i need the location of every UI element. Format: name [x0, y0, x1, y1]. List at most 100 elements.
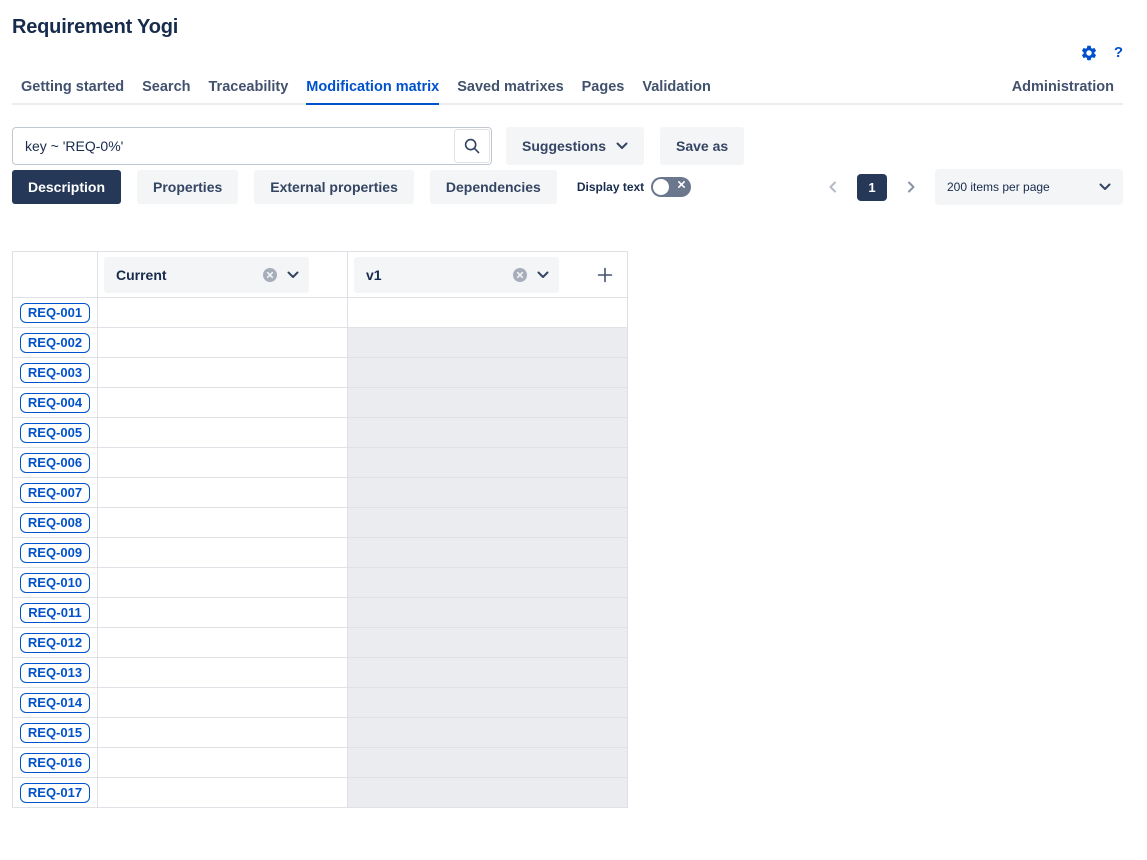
- chevron-down-icon: [1099, 183, 1111, 191]
- requirement-link[interactable]: REQ-004: [20, 393, 90, 413]
- column-selector-current[interactable]: Current: [104, 257, 309, 293]
- v1-cell: [348, 598, 628, 628]
- requirement-key-cell: REQ-013: [13, 658, 98, 688]
- requirement-link[interactable]: REQ-010: [20, 573, 90, 593]
- requirement-key-cell: REQ-007: [13, 478, 98, 508]
- tab-traceability[interactable]: Traceability: [209, 79, 289, 105]
- requirement-key-cell: REQ-014: [13, 688, 98, 718]
- matrix-row: REQ-017: [13, 778, 628, 808]
- suggestions-label: Suggestions: [522, 138, 606, 154]
- requirement-link[interactable]: REQ-011: [20, 603, 89, 623]
- display-text-control: Display text: [577, 177, 691, 197]
- help-icon[interactable]: ?: [1114, 44, 1123, 62]
- display-text-toggle[interactable]: [651, 177, 691, 197]
- requirement-link[interactable]: REQ-003: [20, 363, 90, 383]
- requirement-key-cell: REQ-001: [13, 298, 98, 328]
- filter-button-dependencies[interactable]: Dependencies: [430, 170, 557, 204]
- current-cell: [98, 358, 348, 388]
- tab-administration[interactable]: Administration: [1012, 79, 1114, 105]
- matrix-body: REQ-001 REQ-002 REQ-003 REQ-004 REQ-005 REQ-0…: [13, 298, 628, 808]
- v1-cell: [348, 658, 628, 688]
- tab-getting-started[interactable]: Getting started: [21, 79, 124, 105]
- tab-validation[interactable]: Validation: [642, 79, 711, 105]
- v1-cell: [348, 718, 628, 748]
- requirement-link[interactable]: REQ-009: [20, 543, 90, 563]
- matrix-row: REQ-016: [13, 748, 628, 778]
- current-page-badge[interactable]: 1: [857, 174, 887, 201]
- header-icon-bar: ?: [12, 43, 1123, 63]
- tab-search[interactable]: Search: [142, 79, 190, 105]
- v1-column-header: v1: [348, 252, 628, 298]
- requirement-link[interactable]: REQ-012: [20, 633, 90, 653]
- current-cell: [98, 778, 348, 808]
- requirement-link[interactable]: REQ-016: [20, 753, 90, 773]
- matrix-row: REQ-007: [13, 478, 628, 508]
- requirement-key-cell: REQ-010: [13, 568, 98, 598]
- v1-cell: [348, 478, 628, 508]
- tab-modification-matrix[interactable]: Modification matrix: [306, 79, 439, 105]
- suggestions-button[interactable]: Suggestions: [506, 127, 644, 165]
- current-cell: [98, 538, 348, 568]
- key-column-header: [13, 252, 98, 298]
- tab-saved-matrixes[interactable]: Saved matrixes: [457, 79, 563, 105]
- column-selector-v1[interactable]: v1: [354, 257, 559, 293]
- toggle-knob: [653, 179, 669, 195]
- requirement-link[interactable]: REQ-017: [20, 783, 90, 803]
- current-cell: [98, 718, 348, 748]
- filter-button-external-properties[interactable]: External properties: [254, 170, 414, 204]
- v1-cell: [348, 358, 628, 388]
- tab-pages[interactable]: Pages: [582, 79, 625, 105]
- matrix-row: REQ-014: [13, 688, 628, 718]
- matrix-row: REQ-015: [13, 718, 628, 748]
- items-per-page-select[interactable]: 200 items per page: [935, 169, 1123, 205]
- requirement-link[interactable]: REQ-013: [20, 663, 90, 683]
- current-cell: [98, 418, 348, 448]
- requirement-key-cell: REQ-009: [13, 538, 98, 568]
- chevron-down-icon[interactable]: [537, 271, 549, 279]
- v1-cell: [348, 418, 628, 448]
- v1-cell: [348, 298, 628, 328]
- save-as-button[interactable]: Save as: [660, 127, 744, 165]
- requirement-link[interactable]: REQ-002: [20, 333, 90, 353]
- v1-cell: [348, 688, 628, 718]
- v1-cell: [348, 388, 628, 418]
- matrix-row: REQ-012: [13, 628, 628, 658]
- filter-button-group: Description Properties External properties…: [12, 170, 557, 204]
- requirement-link[interactable]: REQ-006: [20, 453, 90, 473]
- filter-button-description[interactable]: Description: [12, 170, 121, 204]
- matrix-row: REQ-011: [13, 598, 628, 628]
- current-cell: [98, 448, 348, 478]
- matrix-row: REQ-008: [13, 508, 628, 538]
- requirement-link[interactable]: REQ-007: [20, 483, 90, 503]
- matrix-row: REQ-010: [13, 568, 628, 598]
- requirement-link[interactable]: REQ-015: [20, 723, 90, 743]
- requirement-link[interactable]: REQ-008: [20, 513, 90, 533]
- v1-cell: [348, 568, 628, 598]
- chevron-down-icon: [616, 142, 628, 150]
- previous-page-button[interactable]: [826, 180, 840, 194]
- requirement-key-cell: REQ-008: [13, 508, 98, 538]
- gear-icon[interactable]: [1080, 44, 1098, 62]
- current-cell: [98, 328, 348, 358]
- search-input[interactable]: [13, 128, 454, 164]
- requirement-link[interactable]: REQ-005: [20, 423, 90, 443]
- display-text-label: Display text: [577, 180, 644, 194]
- requirement-key-cell: REQ-006: [13, 448, 98, 478]
- matrix-row: REQ-009: [13, 538, 628, 568]
- add-column-button[interactable]: [596, 266, 614, 284]
- column-label: v1: [366, 267, 503, 283]
- requirement-link[interactable]: REQ-001: [20, 303, 90, 323]
- current-cell: [98, 508, 348, 538]
- requirement-key-cell: REQ-016: [13, 748, 98, 778]
- circle-x-icon[interactable]: [513, 268, 527, 282]
- chevron-down-icon[interactable]: [287, 271, 299, 279]
- filter-button-properties[interactable]: Properties: [137, 170, 238, 204]
- matrix-row: REQ-002: [13, 328, 628, 358]
- current-cell: [98, 658, 348, 688]
- requirement-key-cell: REQ-003: [13, 358, 98, 388]
- search-button[interactable]: [454, 129, 490, 163]
- requirement-link[interactable]: REQ-014: [20, 693, 90, 713]
- column-label: Current: [116, 267, 253, 283]
- circle-x-icon[interactable]: [263, 268, 277, 282]
- next-page-button[interactable]: [904, 180, 918, 194]
